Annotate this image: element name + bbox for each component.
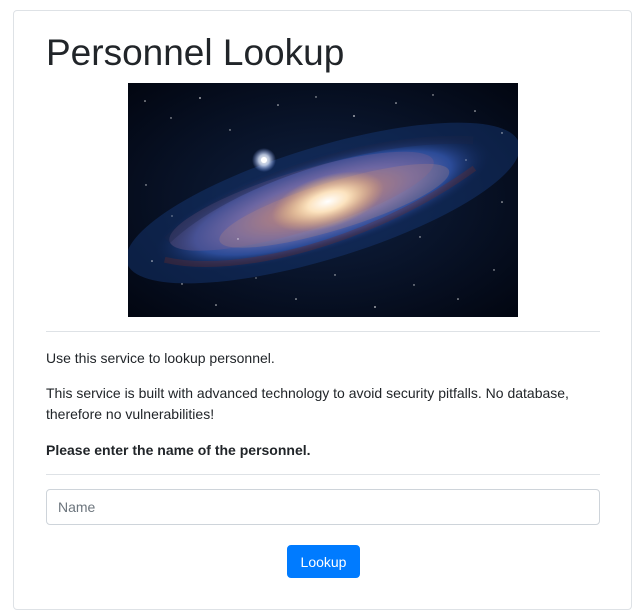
name-input[interactable] [46,489,600,525]
top-divider [46,331,600,332]
galaxy-image [128,83,518,317]
intro-line-1: Use this service to lookup personnel. [46,350,275,366]
intro-line-2: This service is built with advanced tech… [46,385,569,422]
lookup-card: Personnel Lookup Use this service to loo… [13,10,632,610]
input-prompt: Please enter the name of the personnel. [46,442,311,458]
page-title: Personnel Lookup [46,32,345,73]
form-divider [46,474,600,475]
lookup-button[interactable]: Lookup [287,545,360,578]
